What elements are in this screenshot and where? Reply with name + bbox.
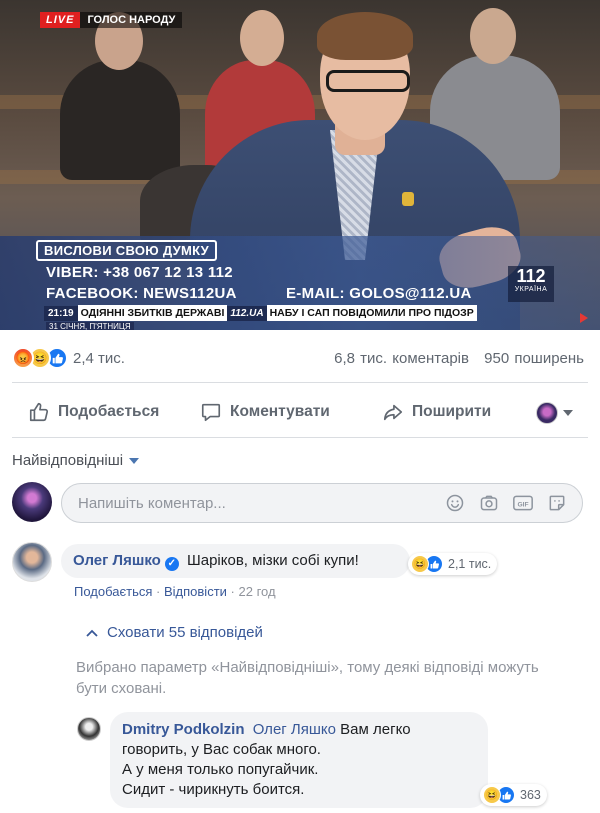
reply-author-avatar[interactable] — [77, 717, 101, 741]
broadcast-date: 31 СІЧНЯ, П'ЯТНИЦЯ — [46, 322, 134, 330]
comment-reactions-count: 2,1 тис. — [448, 557, 492, 571]
channel-number: 112 — [516, 266, 546, 286]
comment-input[interactable]: Напишіть коментар... GIF — [61, 483, 583, 523]
comment-reply-link[interactable]: Відповісти — [164, 584, 227, 599]
sticker-icon[interactable] — [546, 492, 568, 514]
ticker-brand: 112.UA — [227, 305, 267, 321]
comment-like-link[interactable]: Подобається — [74, 584, 152, 599]
comment-bubble: Олег Ляшко ✓ Шаріков, мізки собі купи! — [61, 544, 410, 578]
divider — [12, 437, 588, 438]
gif-icon[interactable]: GIF — [512, 492, 534, 514]
comments-filter[interactable]: Найвідповідніші — [12, 452, 140, 469]
hide-replies-label: Сховати 55 відповідей — [107, 624, 263, 641]
audience-head — [240, 10, 284, 66]
lapel-pin — [402, 192, 414, 206]
comment-text: Шаріков, мізки собі купи! — [186, 552, 359, 569]
comments-filter-label: Найвідповідніші — [12, 452, 124, 469]
speech-bubble-icon — [201, 403, 221, 422]
audience-head — [470, 8, 516, 64]
show-name: ГОЛОС НАРОДУ — [80, 12, 183, 28]
reply-reactions[interactable]: 😆 363 — [480, 784, 547, 806]
comment-button[interactable]: Коментувати — [200, 401, 330, 423]
reply-bubble: Dmitry Podkolzin Олег Ляшко Вам легко го… — [110, 712, 488, 808]
separator-dot: · — [230, 584, 235, 599]
ticker-text-left: ОДІЯННІ ЗБИТКІВ ДЕРЖАВІ — [77, 305, 228, 321]
share-button-label: Поширити — [412, 403, 492, 420]
emoji-icon[interactable] — [444, 492, 466, 514]
page-avatar[interactable] — [536, 402, 558, 424]
play-indicator-icon — [580, 313, 588, 323]
share-arrow-icon — [383, 404, 403, 421]
haha-reaction-icon: 😆 — [411, 555, 429, 573]
live-tag: LIVE — [40, 12, 81, 28]
divider — [12, 382, 588, 383]
prompt-label: ВИСЛОВИ СВОЮ ДУМКУ — [36, 240, 218, 261]
comment-button-label: Коментувати — [230, 403, 330, 420]
shares-count-link[interactable]: 950 поширень — [484, 350, 584, 367]
reply-reactions-count: 363 — [520, 788, 541, 802]
camera-icon[interactable] — [478, 492, 500, 514]
share-button[interactable]: Поширити — [382, 401, 491, 423]
channel-logo: 112 УКРАЇНА — [508, 266, 554, 302]
video-player[interactable]: LIVE ГОЛОС НАРОДУ ВИСЛОВИ СВОЮ ДУМКУ VIB… — [0, 0, 600, 330]
user-avatar[interactable] — [12, 482, 52, 522]
caret-down-icon — [129, 457, 140, 464]
speaker-glasses — [326, 70, 410, 92]
comments-count-link[interactable]: 6,8 тис. коментарів — [334, 350, 469, 367]
reaction-summary[interactable]: 😡 😆 2,4 тис. — [12, 347, 125, 369]
comment-input-placeholder: Напишіть коментар... — [78, 494, 226, 512]
email-line: E-MAIL: GOLOS@112.UA — [286, 285, 472, 302]
like-button[interactable]: Подобається — [28, 401, 159, 423]
hide-replies-link[interactable]: Сховати 55 відповідей — [86, 624, 263, 641]
reply-text-line: А у меня только попугайчик. — [122, 761, 319, 778]
speaker-hair — [317, 12, 413, 60]
post-stats: 6,8 тис. коментарів 950 поширень — [334, 350, 584, 367]
thumbs-up-icon — [29, 402, 49, 422]
like-button-label: Подобається — [58, 403, 160, 420]
reply-text-line: Вам легко — [340, 721, 411, 738]
comment-author-avatar[interactable] — [12, 542, 52, 582]
reply-author-name[interactable]: Dmitry Podkolzin — [122, 721, 245, 738]
ticker-time: 21:19 — [44, 305, 78, 321]
viber-line: VIBER: +38 067 12 13 112 — [46, 264, 233, 281]
chevron-up-icon — [86, 626, 98, 640]
reply-text-line: говорить, у Вас собак много. — [122, 741, 321, 758]
haha-reaction-icon: 😆 — [483, 786, 501, 804]
comment-timestamp[interactable]: 22 год — [239, 584, 276, 599]
comment-reactions[interactable]: 😆 2,1 тис. — [408, 553, 498, 575]
channel-country: УКРАЇНА — [514, 286, 548, 293]
comment-author-name[interactable]: Олег Ляшко — [73, 552, 161, 569]
svg-text:GIF: GIF — [517, 501, 528, 508]
separator-dot: · — [156, 584, 161, 599]
reactions-count: 2,4 тис. — [73, 349, 125, 367]
verified-badge-icon: ✓ — [164, 557, 179, 571]
ticker-text-right: НАБУ І САП ПОВІДОМИЛИ ПРО ПІДОЗР — [266, 305, 477, 321]
facebook-line: FACEBOOK: NEWS112UA — [46, 285, 237, 302]
audience-member — [60, 60, 180, 180]
chevron-down-icon[interactable] — [563, 410, 573, 416]
live-badge: LIVE ГОЛОС НАРОДУ — [40, 11, 183, 29]
reply-mention[interactable]: Олег Ляшко — [253, 721, 336, 738]
filter-notice: Вибрано параметр «Найвідповідніші», тому… — [76, 659, 539, 697]
reply-text-line: Сидит - чирикнуть боится. — [122, 781, 305, 798]
news-ticker: 21:19 ОДІЯННІ ЗБИТКІВ ДЕРЖАВІ 112.UA НАБ… — [44, 305, 556, 321]
comment-actions: Подобається · Відповісти · 22 год — [74, 584, 276, 599]
angry-reaction-icon: 😡 — [12, 347, 34, 369]
